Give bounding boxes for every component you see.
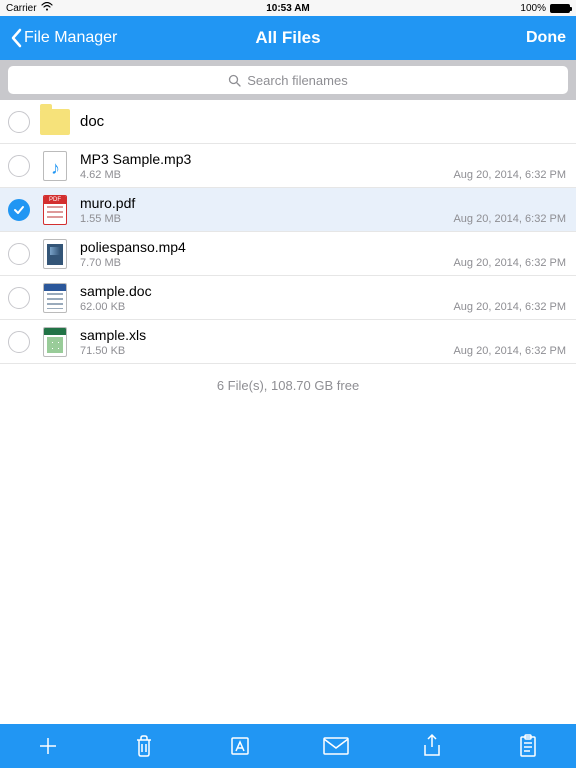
file-size: 62.00 KB bbox=[80, 301, 125, 313]
chevron-left-icon bbox=[10, 28, 22, 48]
back-label: File Manager bbox=[24, 29, 117, 47]
clock-label: 10:53 AM bbox=[266, 3, 310, 14]
select-checkbox[interactable] bbox=[8, 331, 30, 353]
add-button[interactable] bbox=[28, 726, 68, 766]
file-size: 71.50 KB bbox=[80, 345, 125, 357]
file-size: 1.55 MB bbox=[80, 213, 121, 225]
battery-icon bbox=[550, 4, 570, 13]
file-date: Aug 20, 2014, 6:32 PM bbox=[453, 345, 566, 357]
page-title: All Files bbox=[255, 28, 320, 48]
search-input[interactable]: Search filenames bbox=[8, 66, 568, 94]
file-name: doc bbox=[80, 113, 566, 130]
video-file-icon bbox=[43, 239, 67, 269]
select-checkbox[interactable] bbox=[8, 199, 30, 221]
select-checkbox[interactable] bbox=[8, 243, 30, 265]
file-name: sample.doc bbox=[80, 283, 566, 299]
back-button[interactable]: File Manager bbox=[10, 28, 117, 48]
file-date: Aug 20, 2014, 6:32 PM bbox=[453, 213, 566, 225]
share-button[interactable] bbox=[412, 726, 452, 766]
excel-file-icon bbox=[43, 327, 67, 357]
file-list: doc ♪ MP3 Sample.mp3 4.62 MB Aug 20, 2014, 6… bbox=[0, 100, 576, 364]
file-date: Aug 20, 2014, 6:32 PM bbox=[453, 257, 566, 269]
file-name: poliespanso.mp4 bbox=[80, 239, 566, 255]
carrier-label: Carrier bbox=[6, 3, 37, 14]
file-row[interactable]: sample.xls 71.50 KB Aug 20, 2014, 6:32 PM bbox=[0, 320, 576, 364]
file-row[interactable]: PDF muro.pdf 1.55 MB Aug 20, 2014, 6:32 PM bbox=[0, 188, 576, 232]
nav-bar: File Manager All Files Done bbox=[0, 16, 576, 60]
word-file-icon bbox=[43, 283, 67, 313]
pdf-file-icon: PDF bbox=[43, 195, 67, 225]
search-placeholder: Search filenames bbox=[247, 73, 347, 88]
folder-icon bbox=[40, 109, 70, 135]
file-name: sample.xls bbox=[80, 327, 566, 343]
select-checkbox[interactable] bbox=[8, 287, 30, 309]
file-row[interactable]: sample.doc 62.00 KB Aug 20, 2014, 6:32 PM bbox=[0, 276, 576, 320]
search-icon bbox=[228, 74, 241, 87]
select-checkbox[interactable] bbox=[8, 111, 30, 133]
summary-label: 6 File(s), 108.70 GB free bbox=[0, 364, 576, 407]
clipboard-button[interactable] bbox=[508, 726, 548, 766]
file-size: 4.62 MB bbox=[80, 169, 121, 181]
bottom-toolbar bbox=[0, 724, 576, 768]
battery-label: 100% bbox=[520, 3, 546, 14]
file-date: Aug 20, 2014, 6:32 PM bbox=[453, 301, 566, 313]
file-row[interactable]: ♪ MP3 Sample.mp3 4.62 MB Aug 20, 2014, 6:32… bbox=[0, 144, 576, 188]
file-row[interactable]: poliespanso.mp4 7.70 MB Aug 20, 2014, 6:32… bbox=[0, 232, 576, 276]
done-button[interactable]: Done bbox=[526, 29, 566, 47]
file-name: muro.pdf bbox=[80, 195, 566, 211]
select-checkbox[interactable] bbox=[8, 155, 30, 177]
file-name: MP3 Sample.mp3 bbox=[80, 151, 566, 167]
mail-button[interactable] bbox=[316, 726, 356, 766]
trash-button[interactable] bbox=[124, 726, 164, 766]
file-date: Aug 20, 2014, 6:32 PM bbox=[453, 169, 566, 181]
file-row[interactable]: doc bbox=[0, 100, 576, 144]
wifi-icon bbox=[41, 2, 53, 14]
search-bar: Search filenames bbox=[0, 60, 576, 100]
status-bar: Carrier 10:53 AM 100% bbox=[0, 0, 576, 16]
rename-button[interactable] bbox=[220, 726, 260, 766]
audio-file-icon: ♪ bbox=[43, 151, 67, 181]
file-size: 7.70 MB bbox=[80, 257, 121, 269]
